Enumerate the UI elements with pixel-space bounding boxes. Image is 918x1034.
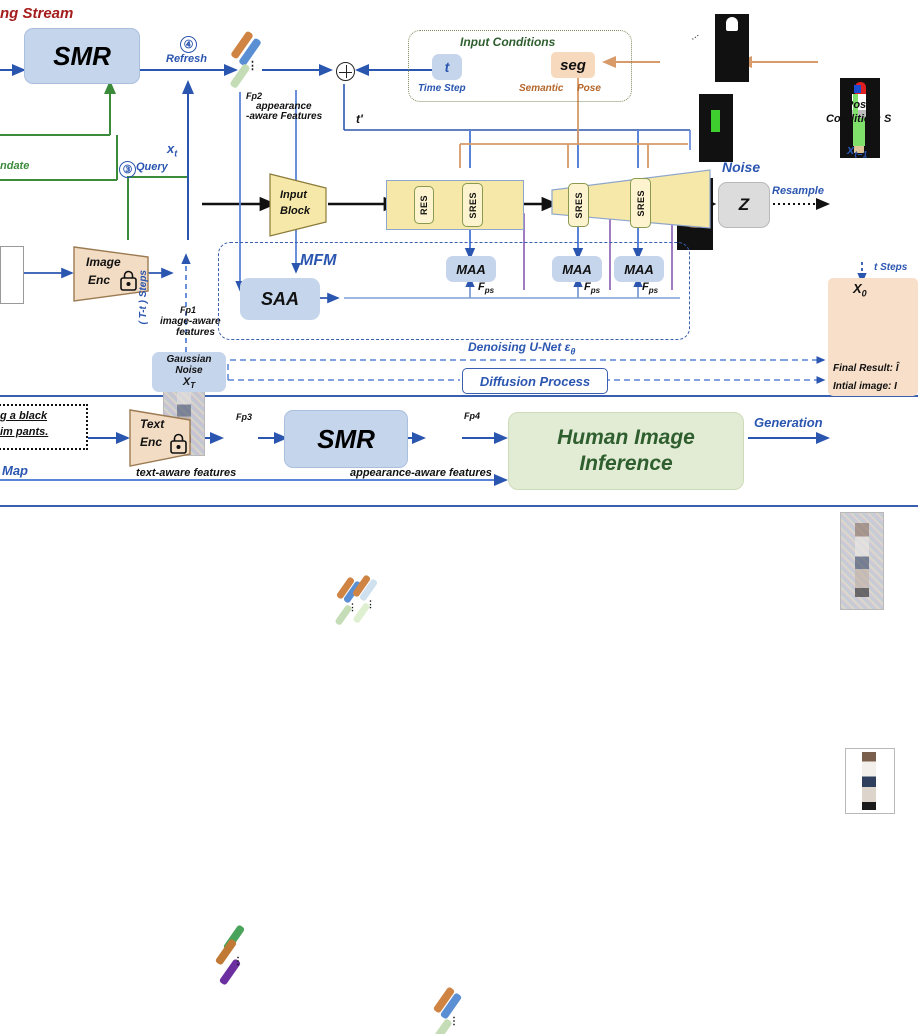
prompt-line2: im pants. bbox=[0, 426, 49, 438]
semantic-caption: Semantic bbox=[519, 83, 564, 94]
text-enc-line2: Enc bbox=[140, 435, 163, 449]
inference-line1: Human Image bbox=[557, 425, 695, 449]
fp1-caption-line2: features bbox=[176, 327, 215, 338]
fp4-tag: Fp4 bbox=[464, 411, 481, 421]
steps-label: Steps bbox=[138, 270, 149, 298]
gaussian-noise-box: Gaussian Noise XT bbox=[152, 352, 226, 392]
res-block[interactable]: RES bbox=[414, 186, 434, 224]
step-3-badge: ③ bbox=[119, 161, 136, 178]
x0-label: X0 bbox=[853, 281, 867, 299]
t-steps-label: t Steps bbox=[874, 262, 908, 273]
inference-line2: Inference bbox=[579, 452, 673, 475]
fp4-feature-bars: ⋮ bbox=[430, 986, 474, 1034]
time-step-box[interactable]: t bbox=[432, 54, 462, 80]
xt-label: xt bbox=[167, 141, 178, 159]
diffusion-process-label: Diffusion Process bbox=[462, 368, 608, 394]
saa-block[interactable]: SAA bbox=[240, 278, 320, 320]
noise-z-box: Z bbox=[718, 182, 770, 228]
gaussian-symbol: XT bbox=[182, 375, 196, 391]
time-step-caption: Time Step bbox=[418, 83, 466, 94]
input-conditions-title: Input Conditions bbox=[460, 35, 556, 49]
xt-minus-1-label: xt−1 bbox=[847, 142, 868, 160]
text-features-caption: text-aware features bbox=[136, 467, 237, 479]
t-prime-label: t' bbox=[356, 112, 363, 126]
fp2-feature-bars: ⋮ bbox=[228, 30, 268, 92]
refresh-label: Refresh bbox=[166, 53, 207, 65]
steps-expression: ( T-t ) bbox=[138, 300, 149, 325]
gaussian-line1: Gaussian bbox=[166, 353, 212, 365]
denoising-unet-label: Denoising U-Net εθ bbox=[468, 340, 576, 357]
sum-operator bbox=[336, 62, 355, 81]
image-enc-line1: Image bbox=[86, 255, 121, 269]
fp1-tag: Fp1 bbox=[180, 305, 197, 315]
lock-icon-text-encoder bbox=[170, 433, 187, 454]
map-label: Map bbox=[2, 463, 28, 478]
image-enc-line2: Enc bbox=[88, 273, 111, 287]
final-result-label: Final Result: Î bbox=[833, 363, 899, 374]
human-image-inference-block[interactable]: Human Image Inference bbox=[508, 412, 744, 490]
lock-icon bbox=[120, 270, 137, 291]
fp3-tag: Fp3 bbox=[236, 412, 253, 422]
pose-caption: Pose bbox=[577, 83, 601, 94]
fp2-caption-line2: -aware Features bbox=[246, 111, 323, 122]
source-image-thumbnail bbox=[0, 246, 24, 304]
prompt-line1: g a black bbox=[0, 410, 48, 422]
input-block-line1: Input bbox=[280, 189, 307, 201]
noise-caption: Noise bbox=[722, 159, 761, 175]
saa-output-bars: ⋮ ⋮ bbox=[334, 574, 388, 628]
smr-block-bottom[interactable]: SMR bbox=[284, 410, 408, 468]
initial-image-label: Intial image: I bbox=[833, 381, 897, 392]
pose-caption-line2: Condition: S bbox=[826, 113, 892, 125]
training-stream-heading: ng Stream bbox=[0, 5, 74, 22]
update-label: ndate bbox=[0, 160, 30, 172]
step-4-badge: ④ bbox=[180, 36, 197, 53]
smr-block-top[interactable]: SMR bbox=[24, 28, 140, 84]
unet-encoder-block bbox=[386, 180, 524, 230]
input-block-line2: Block bbox=[280, 205, 310, 217]
xt-minus-1-image bbox=[840, 512, 884, 610]
segmentation-stack: ⋯ bbox=[663, 14, 773, 250]
seg-box[interactable]: seg bbox=[551, 52, 595, 78]
generation-label: Generation bbox=[754, 415, 823, 430]
xt-subscript: t bbox=[174, 148, 178, 159]
gaussian-line2: Noise bbox=[175, 364, 203, 376]
resample-label: Resample bbox=[772, 185, 824, 197]
sres-block-2[interactable]: SRES bbox=[568, 183, 589, 227]
sres-block-3[interactable]: SRES bbox=[630, 178, 651, 228]
x0-image bbox=[845, 748, 895, 814]
appearance-features-caption: appearance-aware features bbox=[350, 467, 492, 479]
fp1-caption-line1: image-aware bbox=[160, 316, 221, 327]
query-label: Query bbox=[136, 161, 168, 173]
text-enc-line1: Text bbox=[140, 417, 165, 431]
pose-caption-line1: Pose bbox=[846, 99, 873, 111]
result-panel bbox=[828, 278, 918, 396]
text-feature-bars: ⋮ bbox=[214, 924, 260, 986]
diagram-canvas: ng Stream SMR ④ Refresh ③ Query ndate ⋮ … bbox=[0, 0, 918, 1034]
sres-block-1[interactable]: SRES bbox=[462, 183, 483, 227]
mfm-label: MFM bbox=[300, 252, 337, 269]
